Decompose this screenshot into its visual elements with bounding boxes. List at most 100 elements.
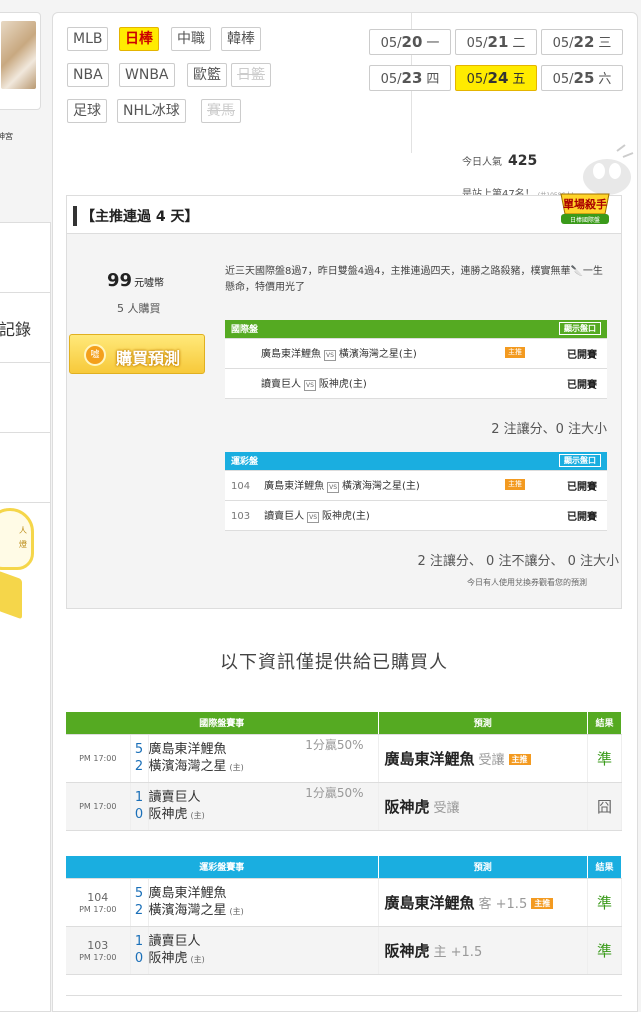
buy-prediction-button[interactable]: 噓 購買預測: [69, 334, 205, 374]
game-status: 已開賽: [537, 338, 607, 369]
time-cell: PM 17:00: [66, 782, 131, 831]
game-number: 104: [87, 891, 109, 904]
table-row: PM 17:00 5 2 廣島東洋鯉魚 橫濱海灣之星 (主) 1分贏50% 廣島東洋鯉魚 受讓主…: [66, 734, 622, 783]
sidebar: 記錄: [0, 222, 51, 1012]
sport-tab[interactable]: 日棒: [119, 27, 159, 51]
game-time: PM 17:00: [79, 801, 117, 811]
side-thumbnail[interactable]: [1, 21, 36, 89]
intl-results-pred-header: 預測: [378, 712, 588, 735]
vs-icon: VS: [327, 482, 340, 493]
voucher-note: 今日有人使用兌換券觀看您的預測: [467, 578, 587, 587]
show-odds-button[interactable]: 顯示盤口: [559, 454, 601, 468]
lottery-header-cell: 運彩盤 顯示盤口: [225, 452, 607, 471]
intl-results-table: 國際盤賽事 預測 結果 PM 17:00 5 2 廣島東洋鯉魚 橫濱海灣之星 (主) 1分贏…: [66, 712, 622, 831]
date-day: 22: [573, 33, 595, 51]
sport-tab[interactable]: 中職: [171, 27, 211, 51]
sport-tab[interactable]: NHL冰球: [117, 99, 186, 123]
intl-header: 國際盤: [231, 325, 259, 336]
pick-header: 【主推連過 4 天】 單場殺手 日棒國際盤: [67, 193, 621, 234]
date-tab[interactable]: 05/23 四: [369, 65, 451, 91]
prediction-cell: 廣島東洋鯉魚 受讓 主推: [378, 734, 588, 783]
prediction-team: 廣島東洋鯉魚: [384, 893, 475, 912]
lottery-results-pred-header: 預測: [378, 856, 588, 879]
vs-icon: VS: [324, 350, 336, 361]
prediction-team: 廣島東洋鯉魚: [384, 749, 475, 768]
game-time: PM 17:00: [79, 753, 117, 763]
badge-main-text: 單場殺手: [563, 197, 607, 211]
game-time: PM 17:00: [79, 953, 117, 962]
buy-prediction-label: 購買預測: [116, 349, 181, 368]
prediction-team: 阪神虎: [384, 941, 430, 960]
score-cell: 10: [130, 782, 149, 831]
sport-tab[interactable]: 足球: [67, 99, 107, 123]
home-team: 讀賣巨人: [264, 511, 305, 522]
sport-tab[interactable]: NBA: [67, 63, 109, 87]
date-tab[interactable]: 05/20 一: [369, 29, 451, 55]
prediction-type: 受讓: [433, 800, 460, 816]
intl-summary: 2 注讓分、0 注大小: [491, 422, 607, 437]
host-mark: (主): [229, 762, 244, 772]
away-team: 阪神虎(主): [322, 511, 370, 522]
pick-panel: 【主推連過 4 天】 單場殺手 日棒國際盤 99 元噓幣 5 人購買 噓 購買預測…: [66, 193, 622, 609]
badge-sub-text: 日棒國際盤: [570, 216, 600, 224]
time-cell: 103 PM 17:00: [66, 926, 131, 975]
price-unit: 元噓幣: [134, 278, 165, 289]
date-day: 25: [573, 69, 595, 87]
intl-results-res-header: 結果: [587, 712, 622, 735]
time-cell: 104 PM 17:00: [66, 878, 131, 927]
sidebar-item[interactable]: [0, 433, 50, 503]
score-2: 2: [134, 903, 144, 918]
date-tab[interactable]: 05/24 五: [455, 65, 537, 91]
date-weekday: 五: [512, 72, 526, 87]
team-2: 橫濱海灣之星: [148, 758, 227, 774]
sidebar-item[interactable]: [0, 223, 50, 293]
matchup-cell: 讀賣巨人 VS 阪神虎(主): [225, 368, 537, 399]
odds-row: 103 讀賣巨人 VS 阪神虎(主) 已開賽: [225, 500, 607, 531]
popularity-value: 425: [508, 153, 538, 169]
price: 99 元噓幣: [107, 270, 164, 291]
lightbulb-icon[interactable]: 人 燈: [0, 508, 34, 570]
sport-tab[interactable]: 韓棒: [221, 27, 261, 51]
side-card[interactable]: 神宮: [0, 12, 41, 141]
game-number: 103: [231, 511, 251, 522]
odds-text: 1分贏50%: [305, 737, 364, 752]
sport-tab[interactable]: MLB: [67, 27, 109, 51]
team-2-line: 阪神虎 (主): [149, 950, 378, 968]
sport-tab[interactable]: 歐籃: [187, 63, 227, 87]
teams-cell: 廣島東洋鯉魚 橫濱海灣之星 (主): [148, 878, 379, 927]
pick-title: 【主推連過 4 天】: [73, 206, 199, 226]
game-number: 104: [231, 481, 251, 492]
sport-tab[interactable]: WNBA: [119, 63, 175, 87]
date-tab[interactable]: 05/21 二: [455, 29, 537, 55]
date-prefix: 05/: [552, 72, 574, 87]
host-mark: (主): [190, 810, 205, 820]
single-game-killer-badge: 單場殺手 日棒國際盤: [560, 193, 610, 224]
sidebar-item-record[interactable]: 記錄: [0, 293, 50, 363]
date-tab[interactable]: 05/22 三: [541, 29, 623, 55]
date-tab[interactable]: 05/25 六: [541, 65, 623, 91]
team-1: 讀賣巨人: [148, 933, 201, 949]
home-team: 廣島東洋鯉魚: [261, 349, 321, 360]
lottery-summary: 2 注讓分、 0 注不讓分、 0 注大小: [417, 554, 619, 569]
lottery-results-res-header: 結果: [587, 856, 622, 879]
away-team: 橫濱海灣之星(主): [338, 349, 417, 360]
lottery-results-game-header: 運彩盤賽事: [66, 856, 379, 879]
host-mark: (主): [190, 954, 205, 964]
side-caption: 神宮: [0, 132, 13, 141]
sport-tab: 賽馬: [201, 99, 241, 123]
popularity: 今日人氣 425: [462, 153, 537, 169]
sidebar-item[interactable]: [0, 363, 50, 433]
score-1: 5: [134, 742, 144, 757]
intl-header-cell: 國際盤 顯示盤口: [225, 320, 607, 339]
bulb-text-2: 燈: [19, 540, 27, 549]
bulb-text-1: 人: [19, 526, 27, 535]
lottery-header: 運彩盤: [231, 457, 259, 468]
show-odds-button[interactable]: 顯示盤口: [559, 322, 601, 336]
intl-odds-table: 國際盤 顯示盤口 廣島東洋鯉魚 VS 橫濱海灣之星(主) 主推 已開賽 讀賣巨人 VS 阪神虎(…: [225, 320, 607, 399]
date-day: 21: [487, 33, 509, 51]
odds-row: 廣島東洋鯉魚 VS 橫濱海灣之星(主) 主推 已開賽: [225, 338, 607, 369]
matchup-cell: 廣島東洋鯉魚 VS 橫濱海灣之星(主) 主推: [225, 338, 537, 369]
away-team: 橫濱海灣之星(主): [342, 481, 420, 492]
date-prefix: 05/: [466, 36, 488, 51]
odds-row: 104 廣島東洋鯉魚 VS 橫濱海灣之星(主) 主推 已開賽: [225, 470, 607, 501]
